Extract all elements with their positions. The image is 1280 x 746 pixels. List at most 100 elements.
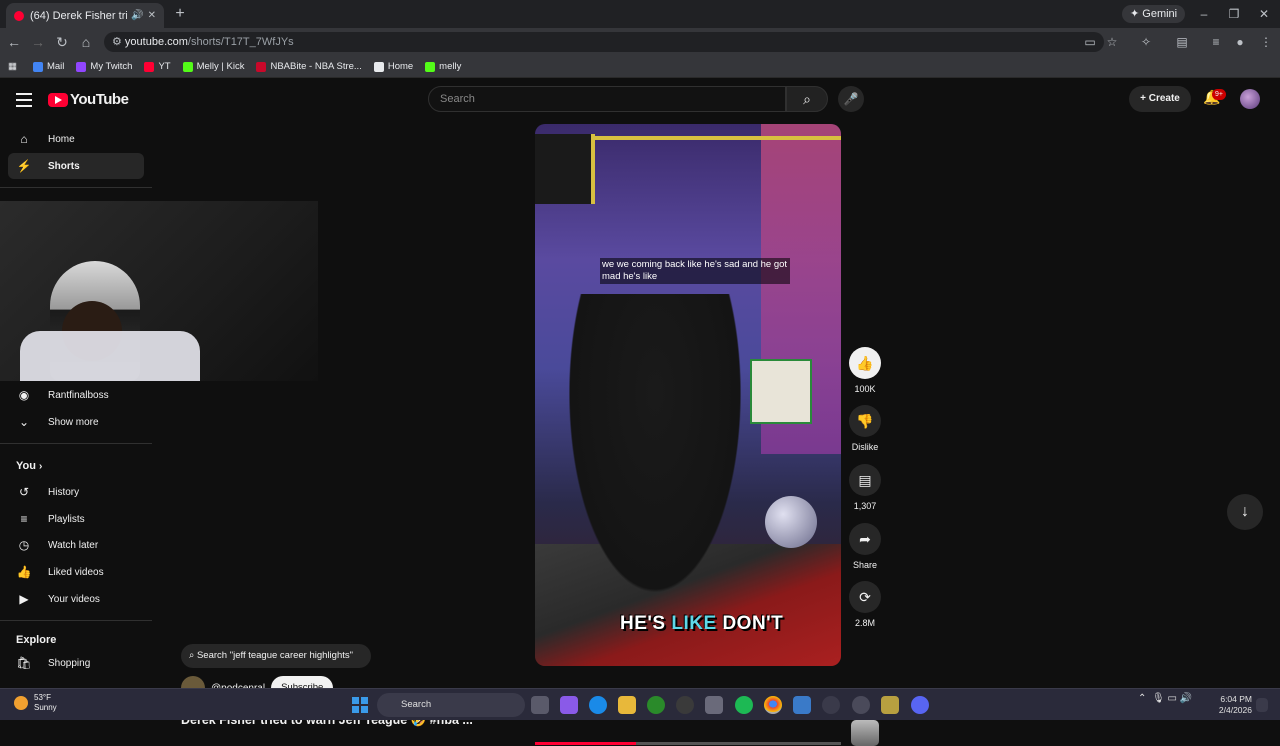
task-view-icon[interactable]: [531, 696, 549, 714]
remix-button[interactable]: ⟳ 2.8M: [849, 581, 881, 628]
chrome-icon[interactable]: [764, 696, 782, 714]
bookmark-x-home[interactable]: Home: [373, 61, 413, 72]
sidebar-item-shopping[interactable]: 🛍 Shopping: [8, 650, 144, 676]
watch-later-icon: ◷: [18, 538, 30, 552]
system-tray[interactable]: ⌃ 🎙 ▭ 🔊: [1138, 693, 1192, 704]
sidebar-item-liked-videos[interactable]: 👍 Liked videos: [8, 559, 144, 585]
sidebar-item-label: Playlists: [48, 513, 85, 525]
chevron-up-icon[interactable]: ⌃: [1138, 693, 1146, 704]
back-button[interactable]: ←: [4, 32, 24, 52]
side-panel-icon[interactable]: ▤: [1172, 32, 1192, 52]
search-button[interactable]: ⌕: [786, 86, 828, 112]
obs-icon[interactable]: [676, 696, 694, 714]
home-icon: ⌂: [20, 132, 28, 146]
gemini-button[interactable]: ✦ Gemini: [1122, 5, 1186, 23]
tab-title: (64) Derek Fisher tried to w: [30, 9, 127, 22]
speaker-icon[interactable]: 🔊: [131, 10, 143, 21]
notification-bell-icon[interactable]: [1256, 698, 1268, 712]
voice-search-button[interactable]: 🎤: [838, 86, 864, 112]
app-icon[interactable]: [881, 696, 899, 714]
photos-icon[interactable]: [793, 696, 811, 714]
apps-icon[interactable]: ▦: [8, 61, 17, 72]
copilot-icon[interactable]: [560, 696, 578, 714]
store-icon[interactable]: [705, 696, 723, 714]
bookmark-nbabite[interactable]: NBABite - NBA Stre...: [256, 61, 362, 72]
maximize-button[interactable]: ❐: [1220, 4, 1248, 24]
cast-icon[interactable]: ▭: [1080, 32, 1100, 52]
mic-icon: 🎤: [843, 92, 859, 106]
liked-videos-icon: 👍: [16, 565, 32, 579]
create-button[interactable]: + Create: [1129, 86, 1191, 112]
forward-button[interactable]: →: [28, 32, 48, 52]
reload-button[interactable]: ↻: [52, 32, 72, 52]
bookmark-mail[interactable]: Mail: [32, 61, 64, 72]
caption-word: DON'T: [722, 613, 784, 634]
network-icon[interactable]: ▭: [1167, 693, 1176, 704]
clock[interactable]: 6:04 PM 2/4/2026: [1218, 694, 1252, 716]
bookmark-twitch[interactable]: My Twitch: [76, 61, 132, 72]
bookmarks-bar: ▦ Mail My Twitch YT Melly | Kick NBABite…: [0, 56, 1280, 78]
sidebar-item-watch-later[interactable]: ◷ Watch later: [8, 532, 144, 558]
chevron-down-icon: ⌄: [18, 415, 30, 429]
sidebar-item-rantfinalboss[interactable]: ◉ Rantfinalboss: [8, 382, 144, 408]
url-field[interactable]: ⚙ youtube.com/shorts/T17T_7WfJYs: [104, 32, 1104, 52]
new-tab-button[interactable]: +: [170, 4, 190, 24]
sidebar-item-history[interactable]: ↺ History: [8, 479, 144, 505]
spotify-icon[interactable]: [735, 696, 753, 714]
video-person: [555, 294, 755, 624]
minimize-button[interactable]: –: [1190, 4, 1218, 24]
media-controls-icon[interactable]: ≡: [1206, 32, 1226, 52]
bookmark-star-icon[interactable]: ☆: [1102, 32, 1122, 52]
bookmark-melly[interactable]: melly: [425, 61, 461, 72]
avatar[interactable]: [1240, 89, 1260, 109]
kick-icon: [425, 61, 436, 72]
gemini-label: Gemini: [1142, 8, 1178, 20]
related-search-chip[interactable]: ⌕ Search "jeff teague career highlights": [181, 644, 371, 668]
close-tab-icon[interactable]: ✕: [148, 10, 156, 21]
file-explorer-icon[interactable]: [618, 696, 636, 714]
bookmark-label: NBABite - NBA Stre...: [270, 61, 362, 72]
sidebar-item-playlists[interactable]: ≡ Playlists: [8, 506, 144, 532]
youtube-logo[interactable]: YouTube: [48, 91, 129, 108]
profile-icon[interactable]: ●: [1230, 32, 1250, 52]
sidebar-item-home[interactable]: ⌂ Home: [8, 126, 144, 152]
kick-icon: [182, 61, 193, 72]
sidebar-divider: [0, 187, 152, 188]
menu-kebab-icon[interactable]: ⋮: [1256, 32, 1276, 52]
clock-date: 2/4/2026: [1218, 705, 1252, 715]
extensions-icon[interactable]: ✧: [1136, 32, 1156, 52]
hamburger-menu-icon[interactable]: [16, 93, 32, 107]
close-window-button[interactable]: ✕: [1250, 4, 1278, 24]
sound-thumbnail[interactable]: [851, 720, 879, 746]
dislike-button[interactable]: 👎 Dislike: [849, 405, 881, 452]
app-icon[interactable]: [852, 696, 870, 714]
volume-icon[interactable]: 🔊: [1180, 693, 1192, 704]
sidebar-item-label: Shorts: [48, 160, 80, 172]
sidebar-item-shorts[interactable]: ⚡ Shorts: [8, 153, 144, 179]
next-short-button[interactable]: ↓: [1227, 494, 1263, 530]
site-info-icon[interactable]: ⚙: [112, 36, 125, 48]
bookmark-kick[interactable]: Melly | Kick: [182, 61, 244, 72]
you-section-header[interactable]: You ›: [16, 460, 42, 472]
edge-icon[interactable]: [589, 696, 607, 714]
browser-tab[interactable]: (64) Derek Fisher tried to w 🔊 ✕: [6, 3, 164, 28]
discord-icon[interactable]: [911, 696, 929, 714]
like-button[interactable]: 👍 100K: [849, 347, 881, 394]
share-button[interactable]: ➦ Share: [849, 523, 881, 570]
xbox-icon[interactable]: [647, 696, 665, 714]
media-player-icon[interactable]: [822, 696, 840, 714]
home-button[interactable]: ⌂: [76, 32, 96, 52]
comments-button[interactable]: ▤ 1,307: [849, 464, 881, 511]
twitch-icon: [76, 61, 87, 72]
mic-icon[interactable]: 🎙: [1152, 693, 1165, 704]
sidebar-show-more[interactable]: ⌄ Show more: [8, 409, 144, 435]
short-video-player[interactable]: [535, 124, 841, 666]
chevron-right-icon: ›: [39, 461, 43, 472]
taskbar-search[interactable]: Search: [377, 693, 525, 717]
weather-widget[interactable]: 53°F Sunny: [14, 693, 57, 713]
video-progress-bar[interactable]: [535, 742, 841, 745]
bookmark-yt[interactable]: YT: [144, 61, 171, 72]
search-input[interactable]: Search: [428, 86, 786, 112]
windows-start-icon[interactable]: [352, 697, 368, 713]
sidebar-item-your-videos[interactable]: ▶ Your videos: [8, 586, 144, 612]
